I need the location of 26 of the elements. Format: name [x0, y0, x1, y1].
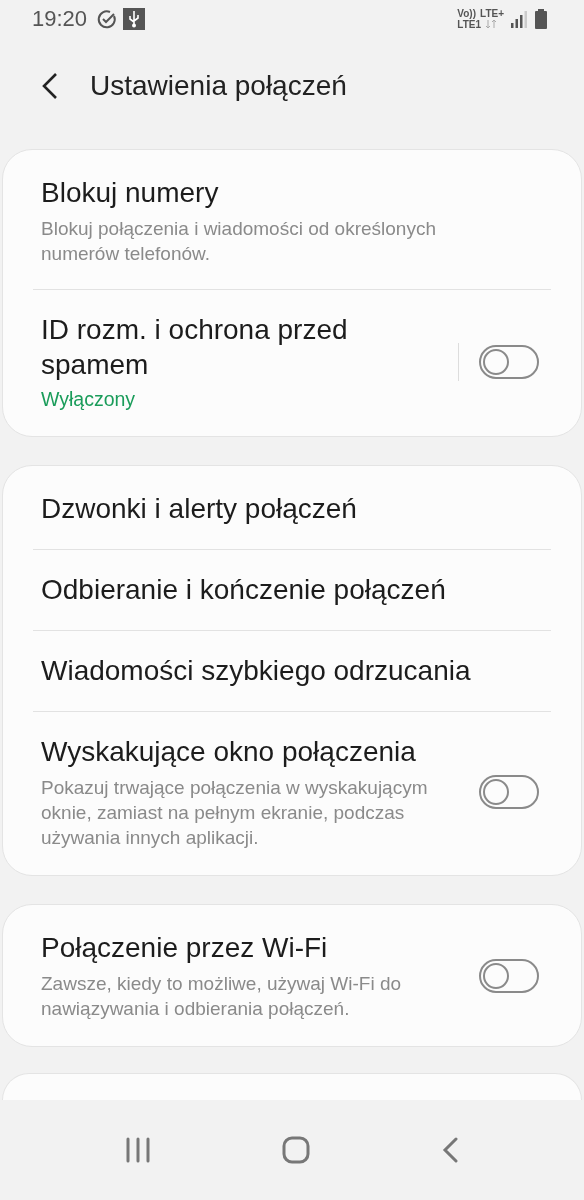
- check-circle-icon: [97, 8, 118, 29]
- setting-status: Wyłączony: [41, 388, 137, 412]
- battery-icon: [534, 8, 548, 29]
- signal-icon: [510, 9, 528, 28]
- data-arrows-icon: [485, 18, 498, 29]
- setting-title[interactable]: Blokuj numery: [41, 175, 489, 211]
- setting-title[interactable]: Połączenie przez Wi-Fi: [41, 930, 479, 966]
- volte-label: Vo)): [457, 7, 476, 19]
- setting-description: Zawsze, kiedy to możliwe, używaj Wi-Fi do nawiązywania i odbierania połączeń.: [41, 972, 403, 1022]
- setting-title[interactable]: Wyskakujące okno połączenia: [41, 734, 479, 770]
- usb-icon: [123, 7, 146, 30]
- network-type: LTE+: [480, 7, 504, 19]
- toggle-switch[interactable]: [479, 775, 539, 810]
- setting-description: Pokazuj trwające połączenia w wyskakującym oknie, zamiast na pełnym ekranie, podczas używania innych aplikacji.: [41, 776, 429, 851]
- setting-description: Blokuj połączenia i wiadomości od określonych numerów telefonów.: [41, 217, 437, 267]
- setting-title[interactable]: Wiadomości szybkiego odrzucania: [41, 653, 489, 689]
- recent-apps-icon[interactable]: [125, 1137, 152, 1164]
- status-time: 19:20: [32, 5, 88, 32]
- home-icon[interactable]: [282, 1136, 310, 1165]
- toggle-switch[interactable]: [479, 344, 539, 379]
- sim-label: LTE1: [457, 18, 482, 30]
- page-title: Ustawienia połączeń: [90, 69, 347, 102]
- toggle-switch[interactable]: [479, 958, 539, 993]
- setting-title[interactable]: Odbieranie i kończenie połączeń: [41, 572, 489, 608]
- setting-title[interactable]: ID rozm. i ochrona przed spamem: [41, 312, 438, 383]
- setting-title[interactable]: Dzwonki i alerty połączeń: [41, 491, 489, 527]
